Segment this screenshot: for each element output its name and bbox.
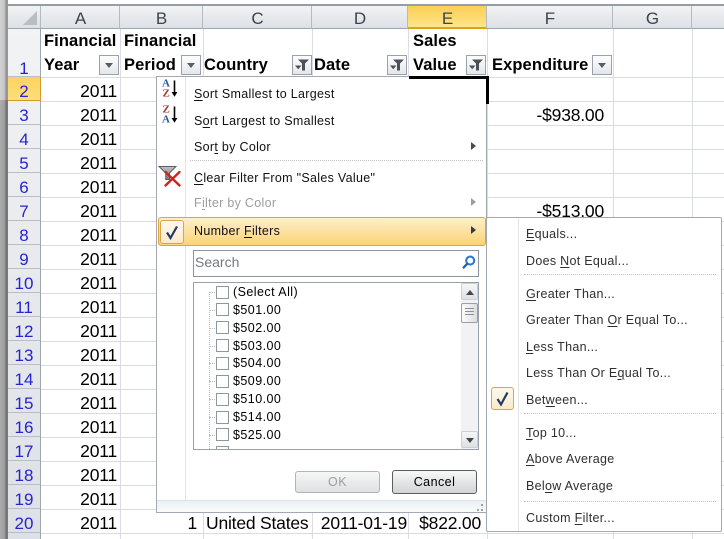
svg-text:Z: Z (163, 88, 170, 100)
svg-text:A: A (162, 114, 170, 126)
